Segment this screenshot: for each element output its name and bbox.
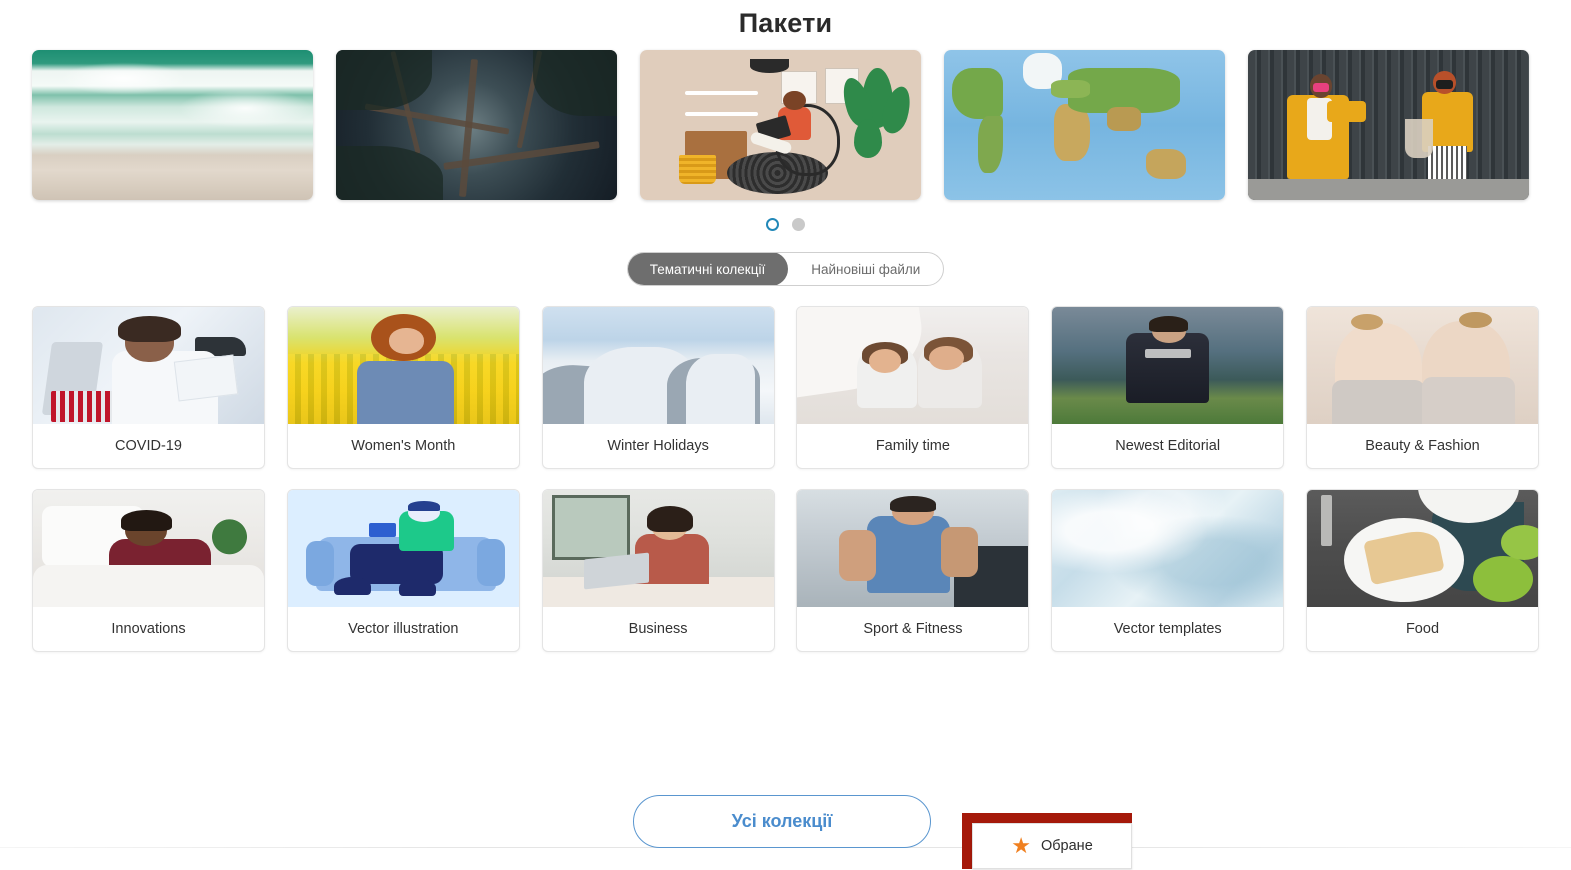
tab-bar: Тематичні колекції Найновіші файли [0, 231, 1571, 286]
collection-label: Business [628, 621, 688, 637]
collection-thumbnail [33, 307, 264, 424]
collection-card-covid-19[interactable]: COVID-19 [32, 306, 265, 469]
collections-grid: COVID-19 Women's Month Winter Holidays F… [0, 286, 1571, 652]
collection-thumbnail [33, 490, 264, 607]
collection-label: Beauty & Fashion [1365, 438, 1480, 454]
collection-card-innovations[interactable]: Innovations [32, 489, 265, 652]
collection-thumbnail [1306, 490, 1538, 607]
collection-card-family-time[interactable]: Family time [796, 306, 1030, 469]
favourites-label: Обране [1040, 838, 1093, 854]
favourites-button[interactable]: ★ Обране [972, 823, 1132, 869]
collection-card-beauty-fashion[interactable]: Beauty & Fashion [1305, 306, 1539, 469]
illustration-woman-laptop-image [640, 50, 921, 200]
collection-label: COVID-19 [115, 438, 182, 454]
star-icon: ★ [1011, 833, 1031, 858]
collection-label: Family time [875, 438, 950, 454]
collection-thumbnail [542, 490, 774, 607]
carousel-dot-2[interactable] [792, 218, 805, 231]
collection-thumbnail [797, 490, 1029, 607]
collection-thumbnail [287, 307, 519, 424]
forest-canopy-image [336, 50, 617, 200]
carousel-slide-fashion[interactable] [1248, 50, 1529, 200]
collection-thumbnail [1306, 307, 1538, 424]
collection-label: Food [1405, 621, 1440, 637]
carousel-slide-world-map[interactable] [944, 50, 1225, 200]
collection-label: Newest Editorial [1115, 438, 1221, 454]
women-yellow-outfits-masks-image [1248, 50, 1529, 200]
collection-thumbnail [797, 307, 1029, 424]
carousel-slide-illustration[interactable] [640, 50, 921, 200]
all-collections-button[interactable]: Усі колекції [633, 795, 931, 848]
collection-thumbnail [1052, 307, 1284, 424]
collection-card-newest-editorial[interactable]: Newest Editorial [1051, 306, 1285, 469]
physical-world-map-image [944, 50, 1225, 200]
carousel-dots[interactable] [0, 200, 1571, 231]
tab-thematic-collections[interactable]: Тематичні колекції [627, 253, 789, 285]
collection-label: Winter Holidays [607, 438, 709, 454]
collection-label: Vector templates [1113, 621, 1222, 637]
favourites-highlight-box: ★ Обране [962, 813, 1132, 869]
hero-carousel[interactable] [0, 39, 1571, 200]
carousel-slide-forest[interactable] [336, 50, 617, 200]
collection-card-sport-fitness[interactable]: Sport & Fitness [796, 489, 1030, 652]
tab-newest-files[interactable]: Найновіші файли [788, 253, 943, 285]
carousel-dot-1[interactable] [766, 218, 779, 231]
carousel-slide-beach[interactable] [32, 50, 313, 200]
collection-label: Women's Month [351, 438, 456, 454]
collection-card-vector-templates[interactable]: Vector templates [1051, 489, 1285, 652]
collection-card-business[interactable]: Business [541, 489, 775, 652]
collection-label: Vector illustration [348, 621, 459, 637]
collection-label: Sport & Fitness [863, 621, 963, 637]
collection-thumbnail [287, 490, 519, 607]
collection-card-food[interactable]: Food [1305, 489, 1539, 652]
aerial-beach-waves-image [32, 50, 313, 200]
collection-thumbnail [1052, 490, 1284, 607]
packages-page: Пакети Тематичні колекції Найновіші файл… [0, 0, 1571, 870]
collection-card-vector-illustration[interactable]: Vector illustration [286, 489, 520, 652]
collection-thumbnail [542, 307, 774, 424]
collection-label: Innovations [111, 621, 186, 637]
page-title: Пакети [738, 8, 833, 38]
collection-card-womens-month[interactable]: Women's Month [286, 306, 520, 469]
collection-card-winter-holidays[interactable]: Winter Holidays [541, 306, 775, 469]
